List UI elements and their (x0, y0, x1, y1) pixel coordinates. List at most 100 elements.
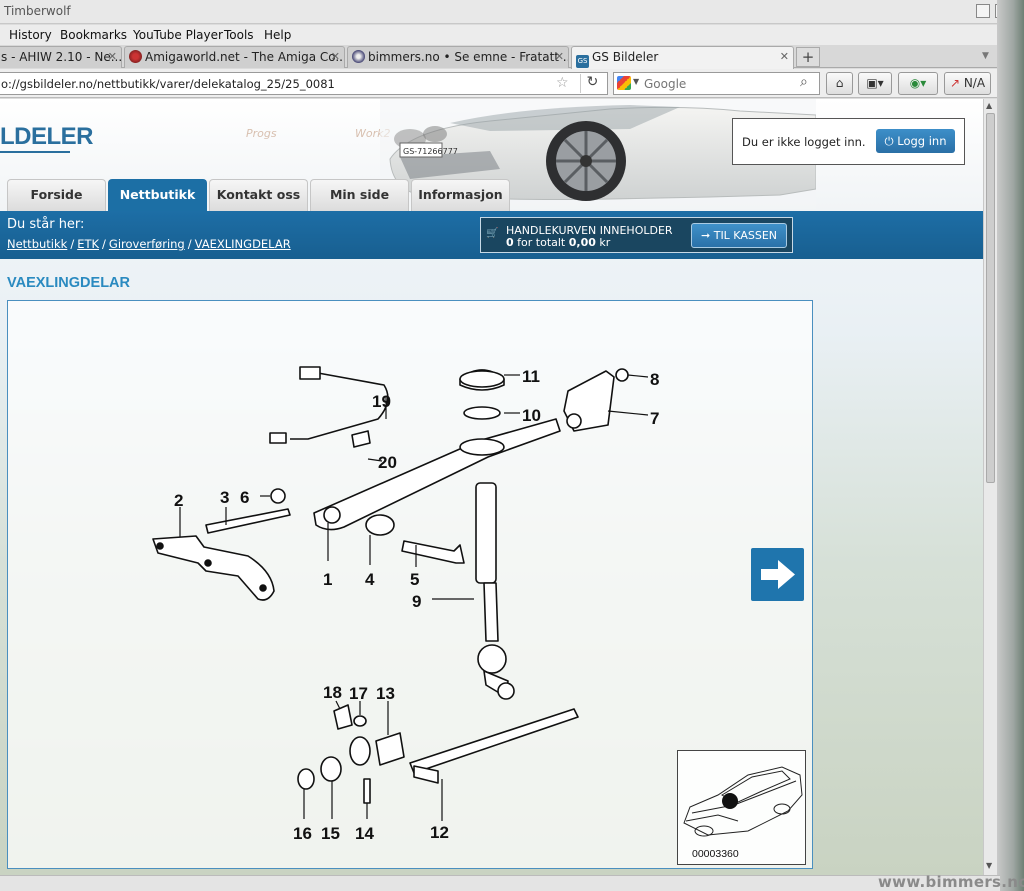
part-number-19: 19 (372, 392, 391, 411)
engine-chevron-down-icon[interactable]: ▼ (633, 77, 639, 86)
leader-line (607, 410, 649, 416)
part-hole (156, 542, 164, 550)
breadcrumb-link-nettbutikk[interactable]: Nettbutikk (7, 237, 67, 251)
part-nut-8 (615, 368, 629, 382)
part-bushing-13 (375, 732, 405, 766)
power-icon: ⏻ (884, 134, 894, 148)
site-logo[interactable]: LDELER (0, 123, 94, 151)
navigation-bar: o://gsbildeler.no/nettbutikk/varer/delek… (0, 69, 1000, 98)
menu-help[interactable]: Help (264, 28, 291, 42)
part-number-7: 7 (650, 409, 659, 428)
part-shift-rod-9 (475, 482, 497, 584)
part-hole (259, 584, 267, 592)
part-clip-18 (333, 704, 353, 730)
part-hole (204, 559, 212, 567)
breadcrumb-separator: / (102, 237, 106, 251)
bimmers-favicon-icon (352, 50, 365, 63)
tab-label: Amigaworld.net - The Amiga Co... (145, 50, 345, 64)
tab-close-icon[interactable]: ✕ (555, 50, 564, 63)
page-title: VAEXLINGDELAR (7, 275, 130, 291)
ghost-icon-label: Progs (246, 127, 277, 140)
menu-bar: History Bookmarks YouTube Player Tools H… (0, 25, 1024, 45)
menu-youtube-player[interactable]: YouTube Player (133, 28, 223, 42)
you-are-here-label: Du står her: (7, 217, 85, 232)
leader-line (335, 700, 341, 710)
menu-tools[interactable]: Tools (224, 28, 254, 42)
chart-icon: ↗ (949, 76, 960, 90)
cart-icon: 🛒 (486, 228, 499, 239)
tab-close-icon[interactable]: ✕ (331, 50, 340, 63)
reload-icon[interactable]: ↻ (580, 74, 604, 93)
home-button[interactable]: ⌂ (826, 72, 853, 95)
part-number-6: 6 (240, 488, 249, 507)
login-status-text: Du er ikke logget inn. (742, 135, 866, 149)
browser-tab[interactable]: Amigaworld.net - The Amiga Co... ✕ (124, 46, 345, 68)
part-number-17: 17 (349, 684, 368, 703)
nav-tab-forside[interactable]: Forside (7, 179, 106, 211)
gs-favicon-icon: GS (576, 55, 589, 68)
bookmarks-icon: ▣▾ (866, 76, 884, 90)
restore-window-button[interactable] (976, 4, 990, 18)
nav-tab-kontakt-oss[interactable]: Kontakt oss (209, 179, 308, 211)
part-arm-eye (323, 506, 341, 524)
na-button[interactable]: ↗ N/A (944, 72, 991, 95)
next-page-button[interactable] (751, 548, 804, 601)
new-tab-button[interactable]: + (796, 47, 820, 67)
tab-label: s - AHIW 2.10 - Ne... (1, 50, 122, 64)
breadcrumb-link-etk[interactable]: ETK (77, 237, 99, 251)
arrow-right-icon (761, 560, 795, 589)
breadcrumb: Nettbutikk / ETK / Giroverføring / VAEXLINGDEL… (7, 237, 291, 251)
part-number-2: 2 (174, 491, 183, 510)
scrollbar-thumb[interactable] (986, 113, 995, 483)
scroll-down-arrow-icon[interactable]: ▼ (986, 861, 992, 870)
part-number-10: 10 (522, 406, 541, 425)
tab-label: GS Bildeler (592, 50, 659, 64)
addon-button[interactable]: ◉▾ (898, 72, 938, 95)
tab-close-icon[interactable]: ✕ (108, 50, 117, 63)
search-bar[interactable]: ▼ ⌕ (613, 72, 820, 95)
part-ring-10 (463, 406, 501, 420)
tab-list-chevron-down-icon[interactable]: ▼ (982, 51, 989, 61)
breadcrumb-link-giroverforing[interactable]: Giroverføring (109, 237, 185, 251)
part-bushing-13-face (349, 736, 371, 766)
diagram-code: 00003360 (692, 848, 739, 860)
google-engine-icon[interactable] (617, 76, 631, 90)
part-selector-rod-12 (409, 708, 579, 774)
logo-underline (0, 151, 70, 153)
part-number-5: 5 (410, 570, 419, 589)
url-bar[interactable]: o://gsbildeler.no/nettbutikk/varer/delek… (0, 72, 608, 95)
vertical-scrollbar[interactable]: ▲ ▼ (983, 99, 997, 875)
menu-bookmarks[interactable]: Bookmarks (60, 28, 127, 42)
bookmarks-menu-button[interactable]: ▣▾ (858, 72, 892, 95)
menu-history[interactable]: History (9, 28, 52, 42)
page-viewport: LDELER Progs Work2 GS-71266777 Du er ikk… (0, 99, 983, 875)
vehicle-location-thumbnail: 00003360 (677, 750, 806, 865)
globe-icon: ◉▾ (909, 76, 927, 90)
part-number-14: 14 (355, 824, 374, 843)
browser-tab-active[interactable]: GS GS Bildeler ✕ (571, 46, 794, 69)
shopping-cart-box: 🛒 HANDLEKURVEN INNEHOLDER 0 for totalt 0… (480, 217, 793, 253)
part-connector-19 (299, 366, 321, 380)
browser-tab[interactable]: bimmers.no • Se emne - Fratatt ... ✕ (347, 46, 569, 68)
part-bolt-5 (401, 540, 465, 564)
breadcrumb-band: Du står her: Nettbutikk / ETK / Giroverførin… (0, 211, 983, 259)
checkout-button[interactable]: ➞ TIL KASSEN (691, 223, 787, 248)
search-input[interactable] (644, 75, 794, 92)
cart-currency: kr (599, 236, 611, 249)
login-button-label: Logg inn (897, 134, 947, 148)
license-plate-text: GS-71266777 (403, 147, 458, 156)
scroll-up-arrow-icon[interactable]: ▲ (986, 101, 992, 110)
part-arm-ring (459, 438, 505, 456)
search-icon[interactable]: ⌕ (800, 74, 808, 90)
part-number-4: 4 (365, 570, 375, 589)
browser-tab[interactable]: s - AHIW 2.10 - Ne... ✕ (0, 46, 122, 68)
bookmark-star-icon[interactable]: ☆ (556, 75, 569, 91)
breadcrumb-link-vaexlingdelar[interactable]: VAEXLINGDELAR (195, 237, 291, 251)
login-button[interactable]: ⏻ Logg inn (876, 129, 955, 153)
nav-tab-min-side[interactable]: Min side (310, 179, 409, 211)
url-text[interactable]: o://gsbildeler.no/nettbutikk/varer/delek… (1, 77, 335, 91)
nav-tab-nettbutikk[interactable]: Nettbutikk (108, 179, 207, 211)
nav-tab-informasjon[interactable]: Informasjon (411, 179, 510, 211)
part-shift-arm (313, 418, 561, 531)
tab-close-icon[interactable]: ✕ (780, 50, 789, 63)
